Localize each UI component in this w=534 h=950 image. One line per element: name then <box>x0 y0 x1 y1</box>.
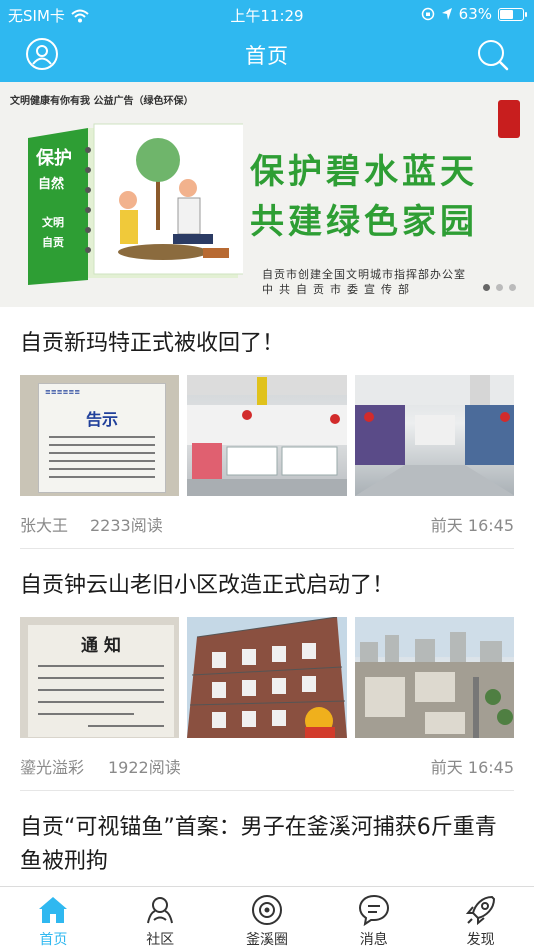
mall-photo[interactable] <box>187 375 347 496</box>
news-item[interactable]: 自贡新玛特正式被收回了！ ≡≡≡≡≡≡ 告示 张大王 2233阅读 前天 16:… <box>0 307 534 548</box>
news-headline[interactable]: 自贡钟云山老旧小区改造正式启动了！ <box>20 549 514 603</box>
news-thumbnails: 通 知 <box>20 617 514 738</box>
notice-photo[interactable]: ≡≡≡≡≡≡ 告示 <box>20 375 180 496</box>
news-item[interactable]: 自贡“可视锚鱼”首案：男子在釜溪河捕获6斤重青鱼被刑拘 <box>0 791 534 879</box>
tab-label: 社区 <box>146 932 175 948</box>
status-right: 63% <box>421 5 527 23</box>
carousel-dot[interactable] <box>483 284 490 291</box>
seal-stamp <box>498 100 520 138</box>
banner-org-line1: 自贡市创建全国文明城市指挥部办公室 <box>262 268 466 281</box>
news-meta: 张大王 2233阅读 前天 16:45 <box>20 496 514 548</box>
news-item[interactable]: 自贡钟云山老旧小区改造正式启动了！ 通 知 鎏光溢彩 1922阅读 前天 16:… <box>0 549 534 790</box>
circle-icon <box>251 895 282 925</box>
orientation-lock-icon <box>421 7 434 21</box>
city-scene <box>354 617 514 738</box>
tab-messages[interactable]: 消息 <box>320 887 427 950</box>
tab-fuxi-circle[interactable]: 釜溪圈 <box>214 887 321 950</box>
battery-icon <box>498 7 527 21</box>
banner-carousel[interactable]: 文明健康有你有我 公益广告（绿色环保） 保护 自然 文明 自贡 保护碧水蓝天 共… <box>0 82 534 307</box>
tab-label: 发现 <box>466 932 495 948</box>
notice-title: 告示 <box>85 410 118 429</box>
tab-label: 消息 <box>359 932 388 948</box>
news-author: 鎏光溢彩 <box>20 758 85 777</box>
banner-org-line2: 中共自贡市委宣传部 <box>262 283 415 296</box>
book-text-4: 自贡 <box>42 235 64 249</box>
banner-slogan-line2: 共建绿色家园 <box>250 202 478 242</box>
mall-scene <box>187 375 347 496</box>
mall-scene <box>354 375 514 496</box>
banner-illustration: 保护 自然 文明 自贡 <box>28 123 243 285</box>
notice-paper: ≡≡≡≡≡≡ 告示 <box>38 383 166 493</box>
carousel-indicator[interactable] <box>483 284 516 291</box>
message-icon <box>358 894 389 927</box>
news-headline[interactable]: 自贡“可视锚鱼”首案：男子在釜溪河捕获6斤重青鱼被刑拘 <box>20 791 514 879</box>
community-icon <box>147 897 174 924</box>
tab-home[interactable]: 首页 <box>0 887 107 950</box>
news-read-count: 2233阅读 <box>90 516 163 535</box>
building-photo[interactable] <box>187 617 347 738</box>
news-feed: 自贡新玛特正式被收回了！ ≡≡≡≡≡≡ 告示 张大王 2233阅读 前天 16:… <box>0 307 534 879</box>
status-bar: 无SIM卡 上午11:29 63% <box>0 0 534 28</box>
tab-discover[interactable]: 发现 <box>427 887 534 950</box>
news-time: 前天 16:45 <box>430 758 514 777</box>
news-thumbnails: ≡≡≡≡≡≡ 告示 <box>20 375 514 496</box>
book-text-2: 自然 <box>38 176 64 192</box>
news-author: 张大王 <box>20 516 69 535</box>
tab-community[interactable]: 社区 <box>107 887 214 950</box>
tab-label: 釜溪圈 <box>245 932 288 948</box>
book-text-3: 文明 <box>42 215 64 229</box>
building-photo[interactable] <box>354 617 514 738</box>
news-headline[interactable]: 自贡新玛特正式被收回了！ <box>20 307 514 361</box>
carousel-dot[interactable] <box>509 284 516 291</box>
home-icon <box>39 897 68 923</box>
building-scene <box>187 617 347 738</box>
app-header: 首页 <box>0 28 534 82</box>
search-icon <box>478 40 509 71</box>
news-time: 前天 16:45 <box>430 516 514 535</box>
notice-photo[interactable]: 通 知 <box>20 617 180 738</box>
bottom-tab-bar: 首页 社区 釜溪圈 消息 发现 <box>0 886 534 950</box>
book-text-1: 保护 <box>35 147 72 169</box>
tab-label: 首页 <box>39 932 68 948</box>
carousel-dot[interactable] <box>496 284 503 291</box>
banner-slogan-line1: 保护碧水蓝天 <box>250 152 478 192</box>
news-meta: 鎏光溢彩 1922阅读 前天 16:45 <box>20 738 514 790</box>
mall-photo[interactable] <box>354 375 514 496</box>
notice-paper: 通 知 <box>28 625 174 737</box>
top-bar: 无SIM卡 上午11:29 63% 首页 <box>0 0 534 82</box>
notice-title: 通 知 <box>81 636 121 656</box>
location-icon <box>441 8 452 20</box>
battery-level <box>500 9 513 19</box>
rocket-icon <box>465 895 495 926</box>
page-title: 首页 <box>245 44 289 68</box>
banner-top-note: 文明健康有你有我 公益广告（绿色环保） <box>10 96 194 107</box>
news-read-count: 1922阅读 <box>108 758 181 777</box>
search-button[interactable] <box>476 38 509 71</box>
battery-percent: 63% <box>458 5 492 23</box>
